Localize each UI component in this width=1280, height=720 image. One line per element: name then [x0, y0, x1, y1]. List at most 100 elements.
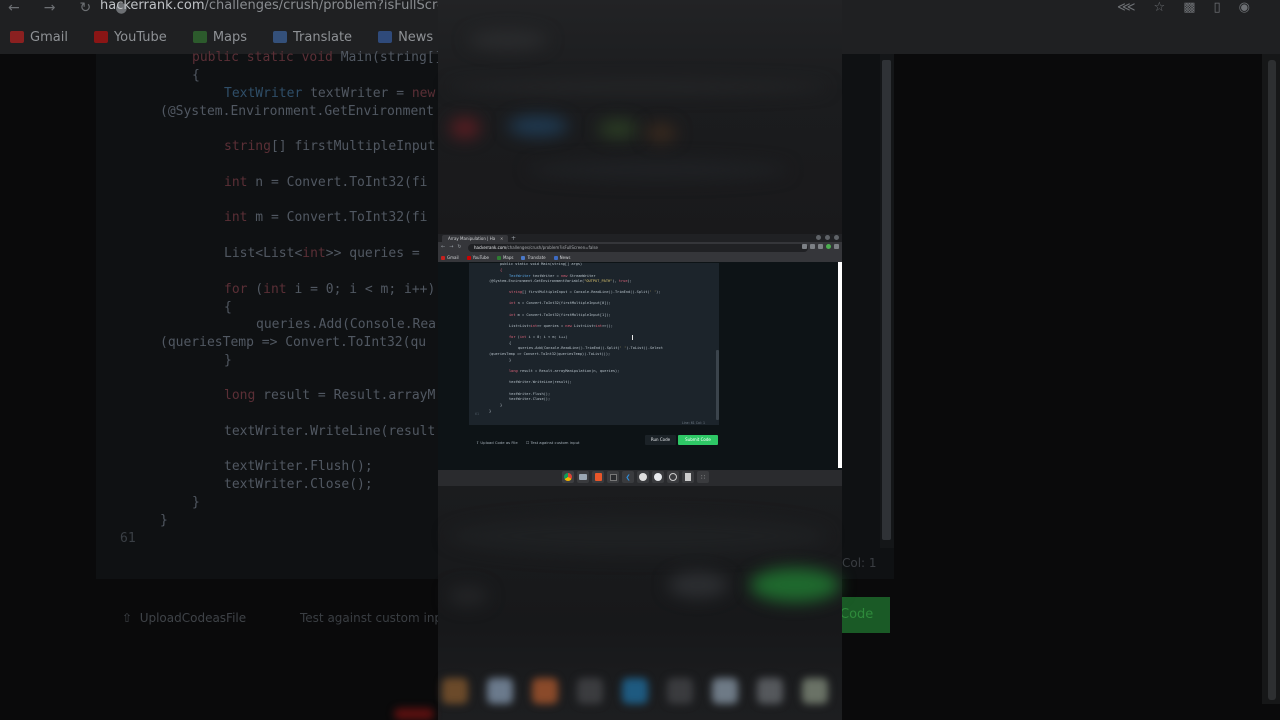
tab-close-icon[interactable]: ✕	[500, 235, 503, 242]
code-line: (@System.Environment.GetEnvironmentVaria…	[489, 279, 632, 283]
bookmark-news[interactable]: News	[553, 255, 570, 260]
background-status: Col: 1	[842, 556, 877, 570]
blur-spot	[750, 568, 840, 602]
profile-icon: ◉	[1238, 0, 1250, 15]
background-toolbar-icons: ⋘ ☆ ▩ ▯ ◉	[1117, 0, 1250, 15]
bg-code-line: string[] firstMultipleInput	[224, 139, 436, 154]
blur-spot	[448, 516, 828, 556]
editor-scrollbar[interactable]	[716, 350, 719, 420]
back-icon: ←	[8, 0, 20, 16]
url-input[interactable]: hackerrank.com/challenges/crush/problem?…	[468, 243, 808, 252]
bookmark-translate[interactable]: Translate	[521, 255, 546, 260]
star-icon[interactable]	[810, 244, 815, 249]
share-icon: ⋘	[1117, 0, 1136, 15]
code-line: textWriter.WriteLine(result);	[509, 380, 572, 384]
notes-icon[interactable]	[682, 471, 694, 483]
custom-input-checkbox[interactable]: ☐ Test against custom input	[526, 440, 579, 445]
gmail-icon	[10, 31, 24, 43]
bookmark-translate: Translate	[273, 30, 352, 45]
brave-icon[interactable]	[592, 471, 604, 483]
toolbar-icons	[802, 244, 839, 249]
code-line: }	[500, 403, 503, 407]
blur-spot	[468, 30, 548, 50]
news-icon	[553, 255, 558, 260]
code-line: public static void Main(string[] args)	[500, 262, 583, 266]
reload-icon: ↻	[79, 0, 92, 16]
obs-icon[interactable]	[667, 471, 679, 483]
run-code-button[interactable]: Run Code	[645, 435, 676, 445]
background-bookmarks-bar: Gmail YouTube Maps Translate News	[0, 26, 433, 48]
bg-code-line: long result = Result.arrayM	[224, 388, 436, 403]
nav-buttons: ← → ↻	[441, 243, 462, 252]
github-icon[interactable]	[637, 471, 649, 483]
extension-icon[interactable]	[818, 244, 823, 249]
page-scrollbar[interactable]	[838, 262, 842, 468]
vscode-icon[interactable]: ❮	[622, 471, 634, 483]
app-grid-icon[interactable]: ∷	[697, 471, 709, 483]
reload-icon[interactable]: ↻	[457, 243, 461, 252]
forward-icon: →	[43, 0, 56, 16]
bookmark-news: News	[378, 30, 433, 45]
bg-code-line: textWriter.WriteLine(result	[224, 424, 436, 439]
line-number: 61	[475, 412, 480, 416]
bg-code-line: (@System.Environment.GetEnvironment	[160, 104, 434, 119]
star-icon: ☆	[1153, 0, 1166, 15]
share-icon[interactable]	[802, 244, 807, 249]
code-line: {	[500, 268, 503, 272]
bg-code-line: int n = Convert.ToInt32(fi	[224, 175, 428, 190]
minimize-icon[interactable]	[816, 235, 821, 240]
terminal-icon[interactable]	[607, 471, 619, 483]
youtube-icon	[466, 255, 471, 260]
new-tab-icon[interactable]: +	[511, 235, 516, 242]
code-line: textWriter.Flush();	[509, 392, 551, 396]
translate-icon	[273, 31, 288, 43]
bookmark-maps[interactable]: Maps	[496, 255, 513, 260]
chrome-icon[interactable]	[562, 471, 574, 483]
maximize-icon[interactable]	[825, 235, 830, 240]
blurred-top-region	[438, 0, 842, 234]
code-editor[interactable]	[469, 263, 719, 425]
code-line: int m = Convert.ToInt32(firstMultipleInp…	[509, 313, 611, 317]
bg-code-line: {	[192, 68, 200, 83]
background-test-label: Test against custom input	[300, 611, 455, 625]
forward-icon[interactable]: →	[449, 243, 453, 252]
bookmark-gmail: Gmail	[10, 30, 68, 45]
news-icon	[378, 31, 393, 43]
bookmark-youtube[interactable]: YouTube	[466, 255, 489, 260]
code-line: string[] firstMultipleInput = Console.Re…	[509, 290, 661, 294]
files-icon[interactable]	[577, 471, 589, 483]
bookmark-youtube: YouTube	[93, 30, 167, 45]
browser-tab[interactable]: Array Manipulation | Ha	[442, 235, 508, 242]
blurred-dock	[438, 672, 842, 712]
settings-icon[interactable]	[652, 471, 664, 483]
code-line: List<List<int>> queries = new List<List<…	[509, 324, 613, 328]
editor-status: Line: 61 Col: 1	[682, 421, 705, 425]
background-scroll-thumb	[882, 60, 891, 540]
profile-icon[interactable]	[826, 244, 831, 249]
submit-code-button[interactable]: Submit Code	[678, 435, 718, 445]
bookmarks-bar: Gmail YouTube Maps Translate News	[438, 253, 842, 262]
blur-spot	[394, 708, 434, 720]
back-icon[interactable]: ←	[441, 243, 445, 252]
bg-code-line: TextWriter textWriter = new	[224, 86, 436, 101]
window-controls	[816, 235, 839, 240]
bookmark-maps: Maps	[192, 30, 247, 45]
upload-code-link[interactable]: ⇧ Upload Code as File	[476, 440, 518, 445]
blur-dock-item	[442, 678, 468, 704]
translate-icon	[521, 255, 526, 260]
blur-dock-item	[622, 678, 648, 704]
background-upload-label: ⇧ UploadCodeasFile	[122, 611, 247, 625]
blur-spot	[528, 160, 788, 180]
bookmark-gmail[interactable]: Gmail	[441, 255, 459, 260]
bg-code-line: for (int i = 0; i < m; i++)	[224, 282, 436, 297]
bg-code-line: }	[160, 513, 168, 528]
menu-icon[interactable]	[834, 244, 839, 249]
blur-dock-item	[802, 678, 828, 704]
background-url: hackerrank.com/challenges/crush/problem?…	[100, 0, 462, 13]
dock: ❮ ∷	[562, 471, 709, 483]
code-line: int n = Convert.ToInt32(firstMultipleInp…	[509, 301, 611, 305]
code-line: }	[509, 358, 512, 362]
bg-code-line: textWriter.Close();	[224, 477, 373, 492]
blur-spot	[668, 572, 728, 598]
close-window-icon[interactable]	[834, 235, 839, 240]
